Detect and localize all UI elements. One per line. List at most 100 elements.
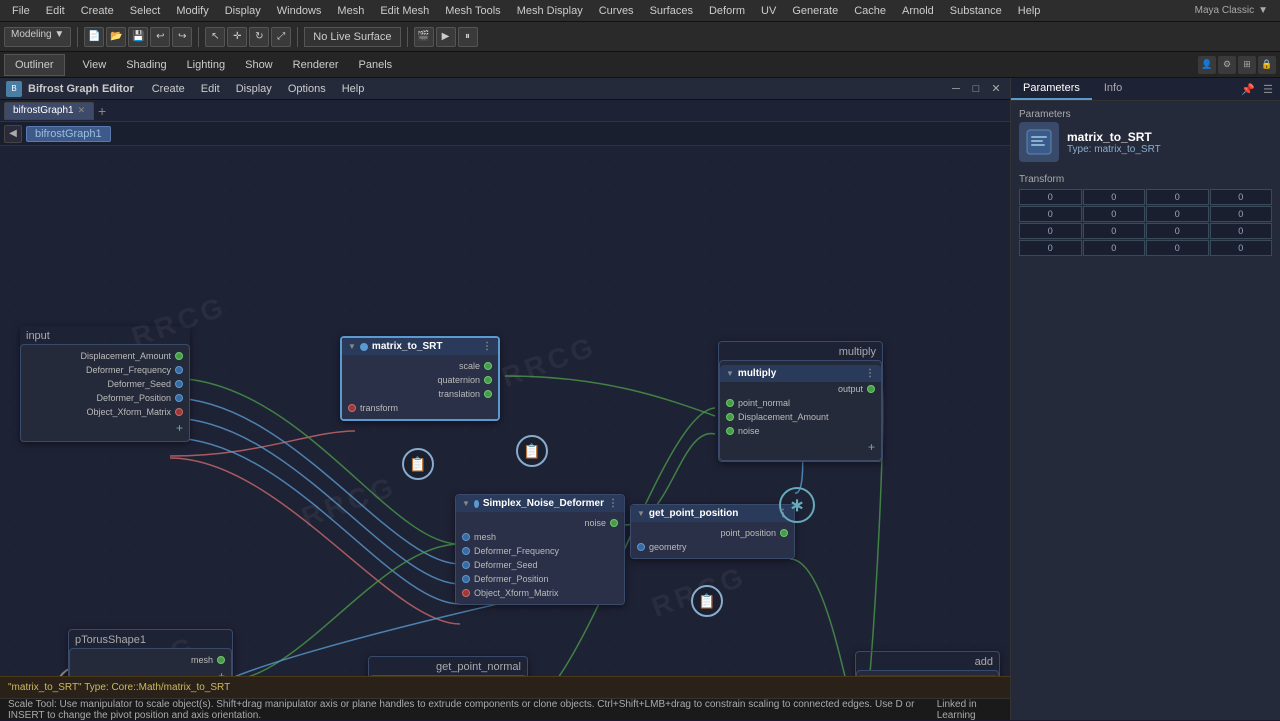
- transform-cell-r2c0[interactable]: 0: [1019, 223, 1082, 239]
- back-button[interactable]: ◀: [4, 125, 22, 143]
- menu-mesh-display[interactable]: Mesh Display: [509, 3, 591, 19]
- transform-cell-r1c2[interactable]: 0: [1146, 206, 1209, 222]
- menu-create[interactable]: Create: [73, 3, 122, 19]
- menu-edit-mesh[interactable]: Edit Mesh: [372, 3, 437, 19]
- view-menu-show[interactable]: Show: [235, 57, 283, 73]
- menu-substance[interactable]: Substance: [942, 3, 1010, 19]
- ptorus-add-port-button[interactable]: +: [218, 669, 225, 676]
- menu-uv[interactable]: UV: [753, 3, 784, 19]
- menu-modify[interactable]: Modify: [168, 3, 216, 19]
- transform-cell-r0c1[interactable]: 0: [1083, 189, 1146, 205]
- menu-generate[interactable]: Generate: [784, 3, 846, 19]
- transform-cell-r2c3[interactable]: 0: [1210, 223, 1273, 239]
- matrix-to-srt-collapse[interactable]: ▼: [348, 342, 356, 351]
- menu-edit[interactable]: Edit: [38, 3, 73, 19]
- multiply-add-port-button[interactable]: +: [868, 440, 875, 454]
- transform-cell-r0c2[interactable]: 0: [1146, 189, 1209, 205]
- transform-grid[interactable]: 0 0 0 0 0 0 0 0 0 0 0 0 0 0 0 0: [1019, 189, 1272, 256]
- right-panel: Parameters Info 📌 ☰ Parameters: [1010, 78, 1280, 720]
- get-point-position-node[interactable]: ▼ get_point_position ⋮ point_position ge…: [630, 504, 795, 559]
- vp-grid-icon[interactable]: ⊞: [1238, 56, 1256, 74]
- menu-deform[interactable]: Deform: [701, 3, 753, 19]
- open-scene-icon[interactable]: 📂: [106, 27, 126, 47]
- transform-cell-r0c0[interactable]: 0: [1019, 189, 1082, 205]
- breadcrumb-label[interactable]: bifrostGraph1: [26, 126, 111, 142]
- menu-curves[interactable]: Curves: [591, 3, 642, 19]
- rpanel-menu-icon[interactable]: ☰: [1260, 81, 1276, 97]
- menu-display[interactable]: Display: [217, 3, 269, 19]
- bifrost-menu-help[interactable]: Help: [334, 82, 373, 96]
- multiply-collapse[interactable]: ▼: [726, 369, 734, 378]
- multiply-menu-button[interactable]: ⋮: [865, 368, 875, 379]
- bifrost-menu-options[interactable]: Options: [280, 82, 334, 96]
- transform-cell-r3c3[interactable]: 0: [1210, 240, 1273, 256]
- rotate-tool-icon[interactable]: ↻: [249, 27, 269, 47]
- menu-select[interactable]: Select: [122, 3, 169, 19]
- undo-icon[interactable]: ↩: [150, 27, 170, 47]
- new-scene-icon[interactable]: 📄: [84, 27, 104, 47]
- bifrost-menu-create[interactable]: Create: [144, 82, 193, 96]
- add-node[interactable]: add ▼ add ⋮ out point_pos: [855, 651, 1000, 676]
- get-point-position-collapse[interactable]: ▼: [637, 509, 645, 518]
- vp-settings-icon[interactable]: ⚙: [1218, 56, 1236, 74]
- simplex-noise-menu-button[interactable]: ⋮: [608, 498, 618, 509]
- view-menu-view[interactable]: View: [73, 57, 117, 73]
- tab-bar: bifrostGraph1 ✕ +: [0, 100, 1010, 122]
- transform-cell-r1c1[interactable]: 0: [1083, 206, 1146, 222]
- save-scene-icon[interactable]: 💾: [128, 27, 148, 47]
- menu-mesh-tools[interactable]: Mesh Tools: [437, 3, 508, 19]
- bifrost-maximize-button[interactable]: □: [968, 81, 984, 97]
- parameters-tab[interactable]: Parameters: [1011, 78, 1092, 100]
- bifrost-close-button[interactable]: ✕: [988, 81, 1004, 97]
- input-add-port-button[interactable]: +: [176, 421, 183, 435]
- matrix-to-srt-node[interactable]: ▼ matrix_to_SRT ⋮ scale quaternion: [340, 336, 500, 421]
- transform-cell-r3c1[interactable]: 0: [1083, 240, 1146, 256]
- select-tool-icon[interactable]: ↖: [205, 27, 225, 47]
- multiply-node[interactable]: multiply ▼ multiply ⋮ output: [718, 341, 883, 462]
- right-panel-content: Parameters matrix_to_SRT Type: matrix_to…: [1011, 101, 1280, 720]
- view-menu-renderer[interactable]: Renderer: [283, 57, 349, 73]
- simplex-noise-node[interactable]: ▼ Simplex_Noise_Deformer ⋮ noise mesh: [455, 494, 625, 605]
- vp-user-icon[interactable]: 👤: [1198, 56, 1216, 74]
- matrix-to-srt-menu-button[interactable]: ⋮: [482, 341, 492, 352]
- add-tab-button[interactable]: +: [94, 103, 110, 119]
- tab-close-button[interactable]: ✕: [78, 105, 86, 116]
- menu-windows[interactable]: Windows: [269, 3, 330, 19]
- menu-help[interactable]: Help: [1010, 3, 1049, 19]
- bifrost-menu-display[interactable]: Display: [228, 82, 280, 96]
- bifrost-menu-edit[interactable]: Edit: [193, 82, 228, 96]
- simplex-noise-collapse[interactable]: ▼: [462, 499, 470, 508]
- redo-icon[interactable]: ↪: [172, 27, 192, 47]
- view-menu-shading[interactable]: Shading: [116, 57, 176, 73]
- menu-surfaces[interactable]: Surfaces: [642, 3, 701, 19]
- outliner-tab[interactable]: Outliner: [4, 54, 65, 76]
- rpanel-pin-icon[interactable]: 📌: [1240, 81, 1256, 97]
- playback-icon[interactable]: ▶: [436, 27, 456, 47]
- bifrost-minimize-button[interactable]: ─: [948, 81, 964, 97]
- transform-cell-r3c2[interactable]: 0: [1146, 240, 1209, 256]
- graph-tab[interactable]: bifrostGraph1 ✕: [4, 102, 94, 120]
- view-menu-panels[interactable]: Panels: [349, 57, 403, 73]
- mode-dropdown[interactable]: Modeling ▼: [4, 27, 71, 47]
- transform-cell-r1c0[interactable]: 0: [1019, 206, 1082, 222]
- transform-cell-r0c3[interactable]: 0: [1210, 189, 1273, 205]
- info-tab[interactable]: Info: [1092, 78, 1134, 100]
- pause-icon[interactable]: ⏸: [458, 27, 478, 47]
- scale-tool-icon[interactable]: ⤢: [271, 27, 291, 47]
- get-point-normal-node[interactable]: get_point_normal ▼ get_point_normal ⋮ po…: [368, 656, 528, 676]
- transform-cell-r2c1[interactable]: 0: [1083, 223, 1146, 239]
- render-icon[interactable]: 🎬: [414, 27, 434, 47]
- menu-cache[interactable]: Cache: [846, 3, 894, 19]
- input-node[interactable]: input Displacement_Amount Deformer_Frequ…: [20, 326, 190, 442]
- transform-cell-r3c0[interactable]: 0: [1019, 240, 1082, 256]
- menu-arnold[interactable]: Arnold: [894, 3, 942, 19]
- menu-file[interactable]: File: [4, 3, 38, 19]
- menu-mesh[interactable]: Mesh: [329, 3, 372, 19]
- node-canvas[interactable]: RRCG RRCG RRCG RRCG RRCG input Displacem…: [0, 146, 1010, 676]
- view-menu-lighting[interactable]: Lighting: [177, 57, 236, 73]
- vp-lock-icon[interactable]: 🔒: [1258, 56, 1276, 74]
- move-tool-icon[interactable]: ✛: [227, 27, 247, 47]
- transform-cell-r2c2[interactable]: 0: [1146, 223, 1209, 239]
- ptorus-shape-node[interactable]: pTorusShape1 mesh + 👁: [68, 629, 233, 676]
- transform-cell-r1c3[interactable]: 0: [1210, 206, 1273, 222]
